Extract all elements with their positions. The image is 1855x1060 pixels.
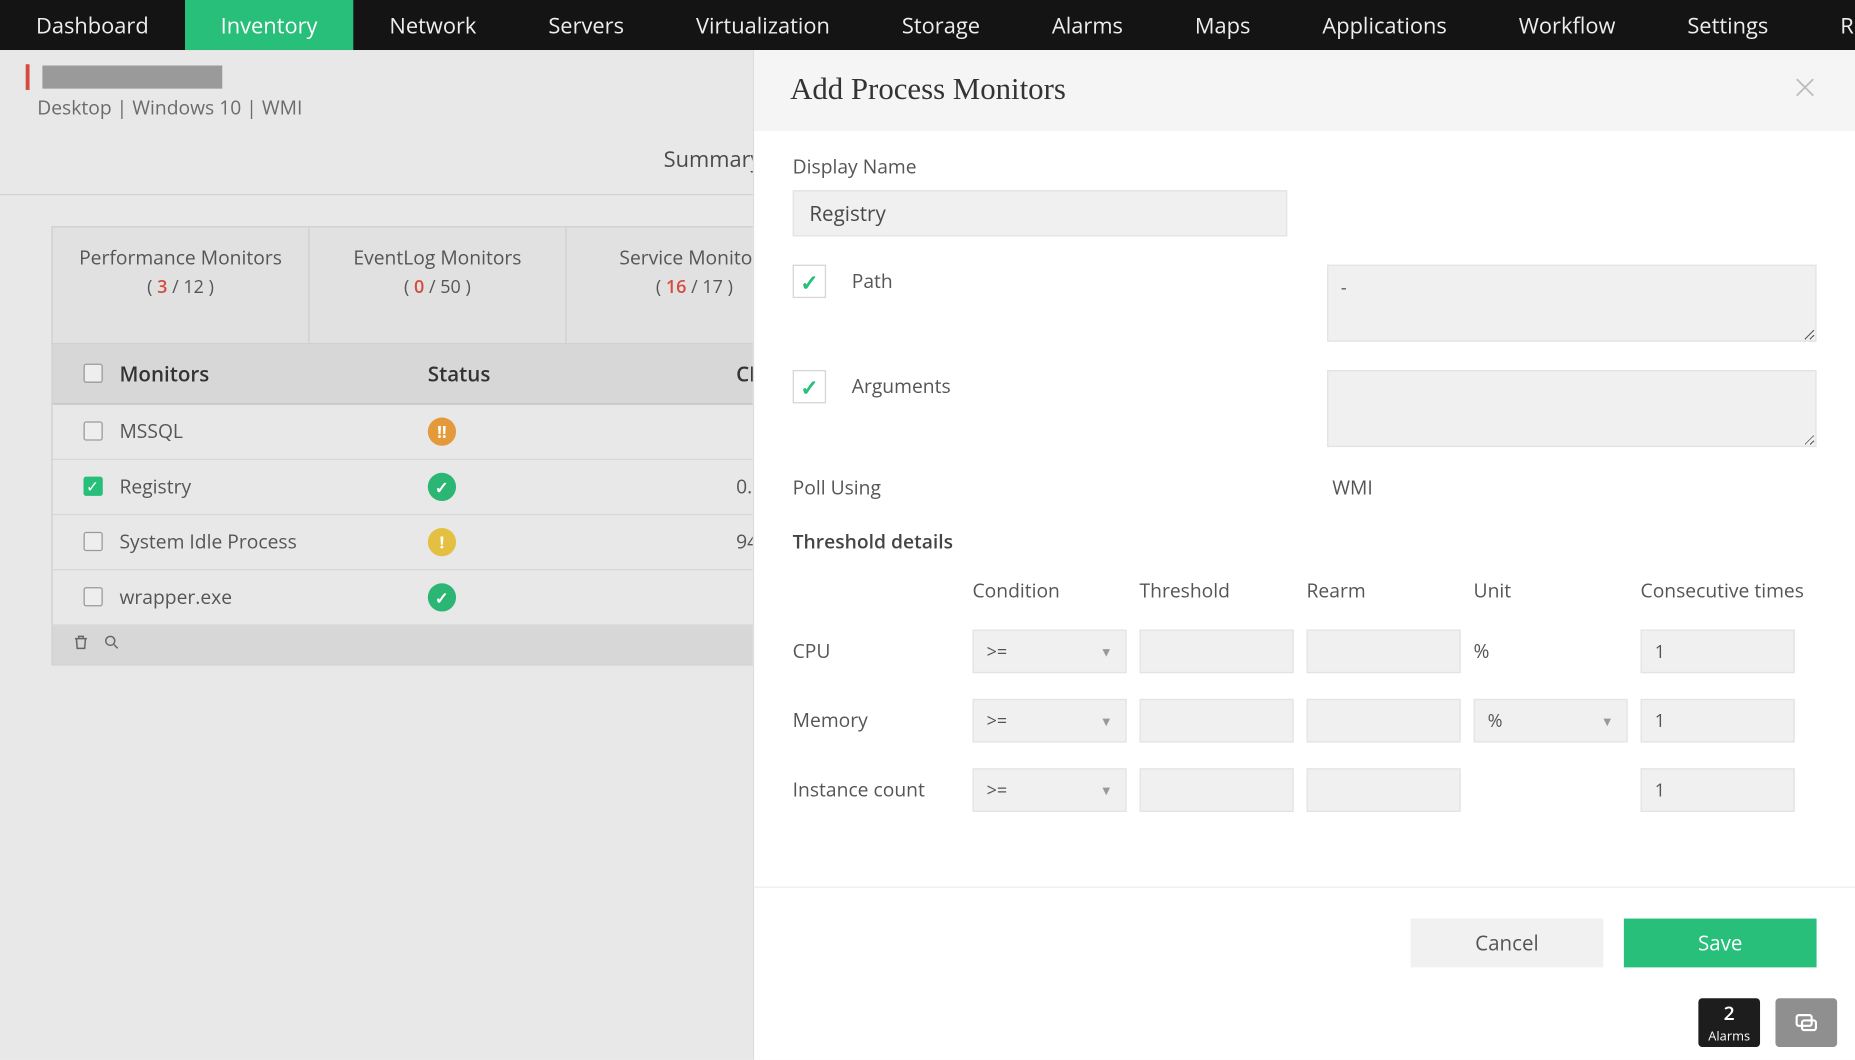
nav-dashboard[interactable]: Dashboard	[0, 0, 185, 50]
col-header-status[interactable]: Status	[428, 359, 736, 387]
rearm-input[interactable]	[1307, 699, 1461, 743]
top-nav: DashboardInventoryNetworkServersVirtuali…	[0, 0, 1855, 50]
consecutive-input[interactable]	[1641, 630, 1795, 674]
subtab-summary[interactable]: Summary	[664, 144, 762, 174]
status-icon: !!	[428, 417, 456, 445]
path-checkbox[interactable]	[793, 265, 826, 298]
threshold-label: CPU	[793, 638, 973, 664]
arguments-checkbox[interactable]	[793, 370, 826, 403]
threshold-label: Instance count	[793, 777, 973, 803]
nav-network[interactable]: Network	[353, 0, 512, 50]
threshold-input[interactable]	[1140, 630, 1294, 674]
delete-icon[interactable]	[66, 633, 97, 656]
nav-alarms[interactable]: Alarms	[1016, 0, 1159, 50]
status-icon: !	[428, 528, 456, 556]
nav-virtualization[interactable]: Virtualization	[660, 0, 866, 50]
row-checkbox[interactable]	[83, 587, 102, 606]
condition-select[interactable]: >=▼	[973, 630, 1127, 674]
th-header-threshold: Threshold	[1140, 578, 1307, 604]
search-icon[interactable]	[96, 633, 127, 656]
consecutive-input[interactable]	[1641, 699, 1795, 743]
row-checkbox[interactable]	[83, 422, 102, 441]
col-header-monitors[interactable]: Monitors	[119, 359, 427, 387]
chat-icon[interactable]	[1775, 998, 1837, 1047]
threshold-row: Instance count>=▼	[793, 768, 1817, 812]
nav-servers[interactable]: Servers	[512, 0, 660, 50]
device-name-redacted	[43, 65, 223, 88]
status-icon: ✓	[428, 583, 456, 611]
monitor-name: Registry	[119, 474, 427, 500]
row-checkbox[interactable]	[83, 532, 102, 551]
display-name-input[interactable]	[793, 190, 1288, 236]
threshold-row: CPU>=▼%	[793, 630, 1817, 674]
th-header-rearm: Rearm	[1307, 578, 1474, 604]
nav-settings[interactable]: Settings	[1651, 0, 1804, 50]
monitor-tab[interactable]: Performance Monitors( 3 / 12 )	[53, 227, 310, 343]
threshold-label: Memory	[793, 708, 973, 734]
nav-storage[interactable]: Storage	[866, 0, 1016, 50]
unit-select[interactable]: %▼	[1474, 699, 1628, 743]
select-all-checkbox[interactable]	[83, 364, 102, 383]
rearm-input[interactable]	[1307, 630, 1461, 674]
row-checkbox[interactable]	[83, 477, 102, 496]
th-header-unit: Unit	[1474, 578, 1641, 604]
panel-title: Add Process Monitors	[790, 73, 1066, 108]
monitor-name: wrapper.exe	[119, 584, 427, 610]
accent-bar	[26, 64, 30, 90]
path-textarea[interactable]: -	[1327, 265, 1817, 342]
unit-value: %	[1474, 638, 1641, 664]
nav-reports[interactable]: Reports	[1804, 0, 1855, 50]
threshold-row: Memory>=▼ %▼	[793, 699, 1817, 743]
threshold-input[interactable]	[1140, 768, 1294, 812]
cancel-button[interactable]: Cancel	[1411, 919, 1604, 968]
nav-maps[interactable]: Maps	[1159, 0, 1287, 50]
alarms-badge[interactable]: 2 Alarms	[1698, 998, 1760, 1047]
status-icon: ✓	[428, 472, 456, 500]
consecutive-input[interactable]	[1641, 768, 1795, 812]
nav-inventory[interactable]: Inventory	[185, 0, 354, 50]
condition-select[interactable]: >=▼	[973, 699, 1127, 743]
nav-applications[interactable]: Applications	[1286, 0, 1482, 50]
monitor-name: System Idle Process	[119, 529, 427, 555]
close-icon[interactable]	[1791, 73, 1819, 108]
arguments-label: Arguments	[852, 374, 951, 400]
monitor-name: MSSQL	[119, 418, 427, 444]
th-header-condition: Condition	[973, 578, 1140, 604]
poll-using-value: WMI	[1332, 475, 1373, 501]
save-button[interactable]: Save	[1624, 919, 1817, 968]
nav-workflow[interactable]: Workflow	[1483, 0, 1652, 50]
threshold-section-title: Threshold details	[793, 529, 1817, 555]
threshold-input[interactable]	[1140, 699, 1294, 743]
monitor-tab[interactable]: EventLog Monitors( 0 / 50 )	[310, 227, 567, 343]
add-process-monitors-panel: Add Process Monitors Display Name Path -	[753, 50, 1855, 1060]
arguments-textarea[interactable]	[1327, 370, 1817, 447]
path-label: Path	[852, 269, 893, 295]
th-header-consecutive: Consecutive times	[1641, 578, 1808, 604]
poll-using-label: Poll Using	[793, 475, 1333, 501]
display-name-label: Display Name	[793, 154, 1817, 180]
rearm-input[interactable]	[1307, 768, 1461, 812]
condition-select[interactable]: >=▼	[973, 768, 1127, 812]
